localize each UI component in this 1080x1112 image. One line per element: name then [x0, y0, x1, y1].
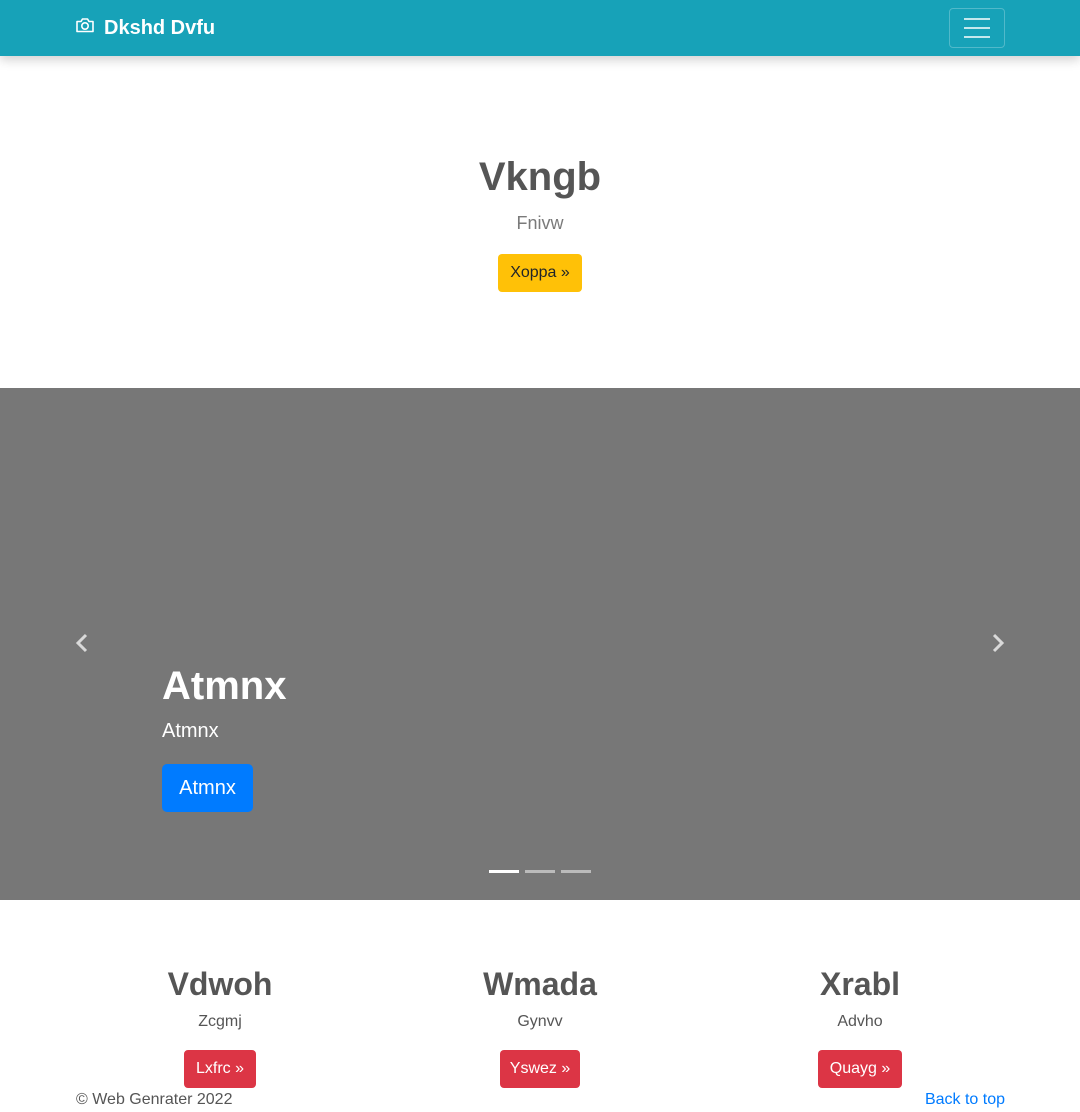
back-to-top-link[interactable]: Back to top — [925, 1091, 1005, 1109]
carousel-indicator-3[interactable] — [561, 870, 591, 873]
navbar: Dkshd Dvfu — [0, 0, 1080, 56]
carousel-caption-title: Atmnx — [162, 664, 287, 708]
hero-button[interactable]: Xoppa » — [498, 254, 582, 292]
hamburger-icon-line — [964, 18, 990, 20]
carousel: Atmnx Atmnx Atmnx — [0, 388, 1080, 900]
feature-title: Wmada — [483, 966, 597, 1002]
feature-text: Zcgmj — [198, 1013, 242, 1030]
feature-button[interactable]: Yswez » — [500, 1050, 580, 1088]
chevron-left-icon — [75, 633, 89, 658]
carousel-caption-button[interactable]: Atmnx — [162, 764, 253, 812]
feature-button[interactable]: Lxfrc » — [184, 1050, 256, 1088]
camera-icon — [75, 16, 95, 40]
navbar-toggler-button[interactable] — [949, 8, 1005, 48]
carousel-next-button[interactable] — [983, 628, 1013, 662]
footer-copyright: © Web Genrater 2022 — [76, 1091, 233, 1108]
carousel-indicator-1[interactable] — [489, 870, 519, 873]
carousel-prev-button[interactable] — [67, 628, 97, 662]
brand-name: Dkshd Dvfu — [104, 16, 216, 39]
feature-text: Advho — [837, 1013, 883, 1030]
hamburger-icon-line — [964, 36, 990, 38]
feature-text: Gynvv — [517, 1013, 563, 1030]
carousel-indicator-2[interactable] — [525, 870, 555, 873]
carousel-indicators — [489, 870, 591, 873]
hero-subtitle: Fnivw — [516, 213, 564, 233]
hero-title: Vkngb — [478, 155, 602, 199]
carousel-caption-subtitle: Atmnx — [162, 720, 219, 742]
feature-title: Vdwoh — [167, 966, 273, 1002]
feature-button[interactable]: Quayg » — [818, 1050, 902, 1088]
brand-link[interactable]: Dkshd Dvfu — [75, 16, 215, 40]
chevron-right-icon — [991, 633, 1005, 658]
feature-title: Xrabl — [819, 966, 901, 1002]
hamburger-icon-line — [964, 27, 990, 29]
